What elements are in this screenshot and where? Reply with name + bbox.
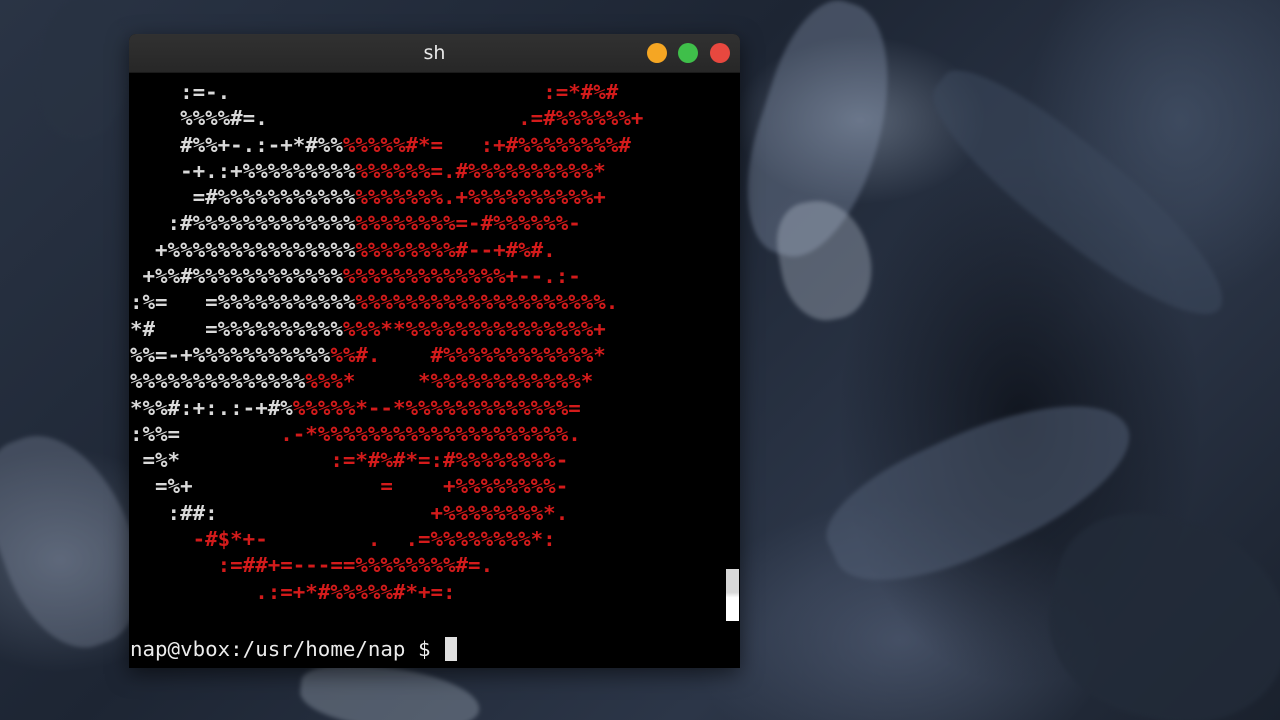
ascii-art-line: *%%#:+:.:-+#%%%%%%*--*%%%%%%%%%%%%%= bbox=[130, 395, 643, 421]
ascii-art-red-segment: :=##+=---==%%%%%%%%#=. bbox=[130, 553, 494, 578]
wallpaper-shape bbox=[770, 193, 880, 327]
ascii-art-line: :=##+=---==%%%%%%%%#=. bbox=[130, 552, 643, 578]
ascii-art-white-segment: %%%%#=. bbox=[130, 106, 268, 131]
ascii-art-line: %%=-+%%%%%%%%%%%%%#. #%%%%%%%%%%%%* bbox=[130, 342, 643, 368]
ascii-art-white-segment: *# =%%%%%%%%%% bbox=[130, 316, 343, 341]
ascii-art-red-segment: .=#%%%%%%+ bbox=[267, 106, 644, 131]
ascii-art-white-segment: =%* bbox=[130, 448, 281, 473]
ascii-art-white-segment: :%= =%%%%%%%%%%% bbox=[130, 290, 356, 315]
ascii-art-red-segment: = +%%%%%%%%- bbox=[280, 474, 569, 499]
ascii-art-line: :%= =%%%%%%%%%%%%%%%%%%%%%%%%%%%%%%%. bbox=[130, 289, 643, 315]
ascii-art-line: -+.:+%%%%%%%%%%%%%%%=.#%%%%%%%%%%* bbox=[130, 158, 643, 184]
shell-prompt-line[interactable]: nap@vbox:/usr/home/nap $ bbox=[130, 636, 458, 662]
close-button[interactable] bbox=[710, 43, 730, 63]
ascii-art-white-segment: :#%%%%%%%%%%%%% bbox=[130, 211, 356, 236]
maximize-button[interactable] bbox=[678, 43, 698, 63]
scrollbar[interactable] bbox=[726, 569, 739, 621]
ascii-art-white-segment: +%%%%%%%%%%%%%%% bbox=[130, 237, 356, 262]
minimize-button[interactable] bbox=[647, 43, 667, 63]
ascii-art-line: +%%#%%%%%%%%%%%%%%%%%%%%%%%%%+--.:- bbox=[130, 263, 643, 289]
ascii-art-white-segment: :%%= bbox=[130, 421, 281, 446]
ascii-art-white-segment: #%%+-.:-+*#%% bbox=[130, 132, 343, 157]
wallpaper-shape bbox=[1031, 497, 1280, 720]
ascii-art-red-segment: %%#. #%%%%%%%%%%%%* bbox=[330, 342, 606, 367]
ascii-art-red-segment: %%%%%*--*%%%%%%%%%%%%%= bbox=[292, 395, 581, 420]
ascii-art-white-segment: :##: bbox=[130, 500, 281, 525]
ascii-art-red-segment: :=*#%# bbox=[230, 80, 619, 104]
window-titlebar[interactable]: sh bbox=[129, 34, 740, 73]
ascii-art-line: :##: +%%%%%%%%*. bbox=[130, 500, 643, 526]
ascii-art-white-segment: :=-. bbox=[130, 80, 231, 104]
ascii-art-red-segment: %%%**%%%%%%%%%%%%%%%+ bbox=[342, 316, 606, 341]
ascii-art-red-segment: %%%%%%%%%%%%%%%%%%%%. bbox=[355, 290, 619, 315]
ascii-art-white-segment: %%=-+%%%%%%%%%%% bbox=[130, 342, 331, 367]
ascii-art-line: :%%= .-*%%%%%%%%%%%%%%%%%%%%. bbox=[130, 421, 643, 447]
ascii-art-white-segment: *%%#:+:.:-+#% bbox=[130, 395, 293, 420]
ascii-art-red-segment: -#$*+- . .=%%%%%%%%*: bbox=[130, 527, 556, 552]
ascii-art-white-segment: %%%%%%%%%%%%%% bbox=[130, 369, 306, 394]
ascii-art-white-segment: =#%%%%%%%%%%% bbox=[130, 185, 356, 210]
ascii-art-line: %%%%%%%%%%%%%%%%%* *%%%%%%%%%%%%* bbox=[130, 368, 643, 394]
shell-prompt: nap@vbox:/usr/home/nap $ bbox=[130, 637, 444, 661]
terminal-window[interactable]: sh :=-. :=*#%# %%%%#=. .=#%%%%%%+ #%%+-.… bbox=[129, 34, 740, 668]
ascii-art-line: *# =%%%%%%%%%%%%%**%%%%%%%%%%%%%%%+ bbox=[130, 316, 643, 342]
ascii-art-red-segment: %%%%%%=.#%%%%%%%%%%* bbox=[355, 158, 606, 183]
ascii-art-line: =%* :=*#%#*=:#%%%%%%%%- bbox=[130, 447, 643, 473]
ascii-art-logo: :=-. :=*#%# %%%%#=. .=#%%%%%%+ #%%+-.:-+… bbox=[130, 79, 643, 605]
ascii-art-line: :#%%%%%%%%%%%%%%%%%%%%%=-#%%%%%%- bbox=[130, 210, 643, 236]
terminal-output[interactable]: :=-. :=*#%# %%%%#=. .=#%%%%%%+ #%%+-.:-+… bbox=[129, 73, 740, 668]
ascii-art-red-segment: %%%%%%%%#--+#%#. bbox=[355, 237, 556, 262]
ascii-art-line: =%+ = +%%%%%%%%- bbox=[130, 473, 643, 499]
ascii-art-white-segment: -+.:+%%%%%%%%% bbox=[130, 158, 356, 183]
ascii-art-red-segment: .:=+*#%%%%%#*+=: bbox=[130, 579, 456, 604]
ascii-art-red-segment: +%%%%%%%%*. bbox=[280, 500, 569, 525]
wallpaper-shape bbox=[28, 0, 142, 147]
ascii-art-line: =#%%%%%%%%%%%%%%%%%%.+%%%%%%%%%%+ bbox=[130, 184, 643, 210]
text-cursor bbox=[445, 637, 458, 661]
ascii-art-white-segment: =%+ bbox=[130, 474, 281, 499]
scrollbar-thumb[interactable] bbox=[726, 569, 739, 621]
ascii-art-line: -#$*+- . .=%%%%%%%%*: bbox=[130, 526, 643, 552]
ascii-art-red-segment: %%%* *%%%%%%%%%%%%* bbox=[305, 369, 594, 394]
ascii-art-red-segment: %%%%%#*= :+#%%%%%%%%# bbox=[342, 132, 631, 157]
ascii-art-red-segment: %%%%%%%.+%%%%%%%%%%+ bbox=[355, 185, 606, 210]
ascii-art-white-segment: +%%#%%%%%%%%%%%% bbox=[130, 264, 343, 289]
ascii-art-red-segment: :=*#%#*=:#%%%%%%%%- bbox=[280, 448, 569, 473]
wallpaper-shape bbox=[910, 48, 1250, 342]
ascii-art-line: :=-. :=*#%# bbox=[130, 79, 643, 105]
ascii-art-line: %%%%#=. .=#%%%%%%+ bbox=[130, 105, 643, 131]
ascii-art-line: #%%+-.:-+*#%%%%%%%#*= :+#%%%%%%%%# bbox=[130, 132, 643, 158]
ascii-art-red-segment: %%%%%%%%=-#%%%%%%- bbox=[355, 211, 581, 236]
ascii-art-red-segment: .-*%%%%%%%%%%%%%%%%%%%%. bbox=[280, 421, 581, 446]
ascii-art-line: .:=+*#%%%%%#*+=: bbox=[130, 579, 643, 605]
ascii-art-line: +%%%%%%%%%%%%%%%%%%%%%%%#--+#%#. bbox=[130, 237, 643, 263]
ascii-art-red-segment: %%%%%%%%%%%%%+--.:- bbox=[342, 264, 581, 289]
